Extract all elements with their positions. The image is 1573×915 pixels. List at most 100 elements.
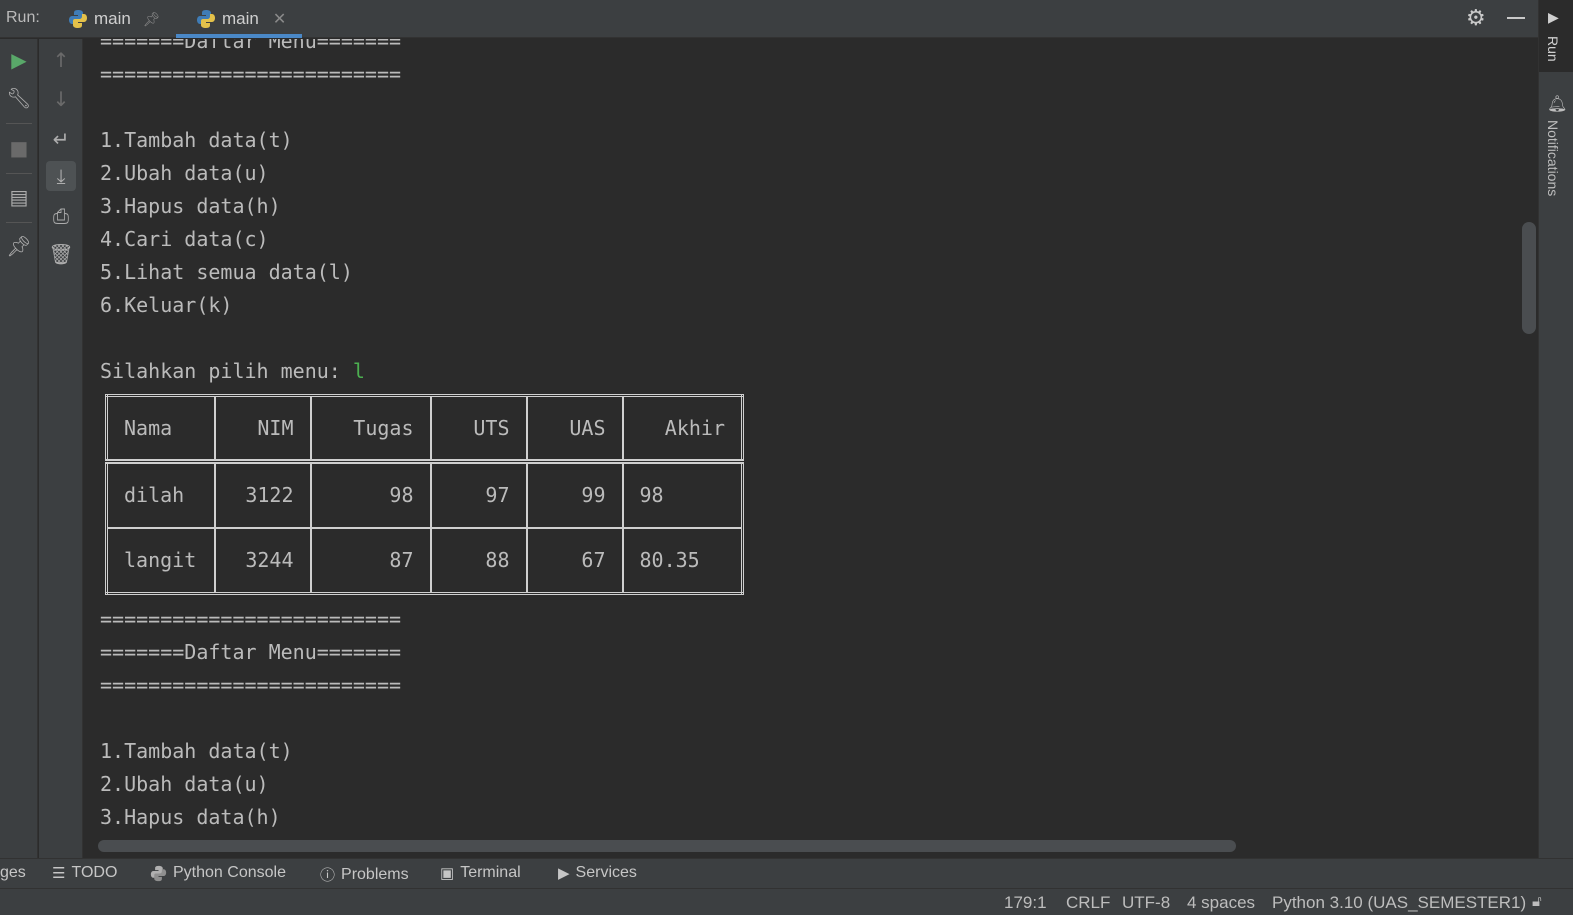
column-header: UTS <box>429 394 528 463</box>
arrow-up-icon[interactable]: ↑ <box>46 45 76 75</box>
console-line: 1.Tambah data(t) <box>100 128 293 152</box>
list-icon: ☰ <box>52 865 66 882</box>
console-prompt-line: Silahkan pilih menu: l <box>100 355 744 388</box>
console-output[interactable]: =======Daftar Menu======= ==============… <box>84 39 1538 858</box>
console-actions-toolbar: ↑ ↓ ↵ ⤓ ⎙ 🗑︎ <box>39 39 83 858</box>
table-cell: 3244 <box>213 526 312 595</box>
run-label: Run: <box>6 9 40 26</box>
column-header: Tugas <box>309 394 432 463</box>
run-tool-window-header: Run: main 📌︎ main ✕ ⚙ <box>0 0 1538 38</box>
table-cell: 80.35 <box>621 526 744 595</box>
python-icon <box>69 10 87 28</box>
table-row: dilah 3122 98 97 99 98 <box>105 460 744 529</box>
rerun-icon[interactable]: ▶ <box>4 45 34 75</box>
console-line: 2.Ubah data(u) <box>100 161 269 185</box>
console-line: ========================= <box>100 62 402 86</box>
play-icon: ▶ <box>1548 10 1559 26</box>
table-cell: 97 <box>429 460 528 529</box>
horizontal-scrollbar[interactable] <box>98 840 1236 852</box>
soft-wrap-icon[interactable]: ↵ <box>46 124 76 154</box>
trash-icon[interactable]: 🗑︎ <box>46 239 76 269</box>
tool-tab-todo[interactable]: ☰ TODO <box>52 864 117 882</box>
student-table: Nama NIM Tugas UTS UAS Akhir dilah 3122 … <box>105 394 744 595</box>
vertical-scrollbar[interactable] <box>1522 222 1536 334</box>
console-line: 4.Cari data(c) <box>100 227 269 251</box>
bell-icon[interactable]: 🔔︎ <box>1547 94 1567 113</box>
services-icon: ▶ <box>558 865 570 882</box>
python-interpreter[interactable]: Python 3.10 (UAS_SEMESTER1) <box>1272 893 1526 913</box>
table-cell: 98 <box>309 460 432 529</box>
cursor-position[interactable]: 179:1 <box>1004 893 1047 913</box>
table-cell: 99 <box>525 460 624 529</box>
python-icon <box>197 10 215 28</box>
table-cell: 67 <box>525 526 624 595</box>
tool-tab-label: Problems <box>341 865 409 883</box>
stop-icon[interactable]: ■ <box>4 133 34 163</box>
file-encoding[interactable]: UTF-8 <box>1122 893 1170 913</box>
table-cell: dilah <box>105 460 216 529</box>
tool-tab-label: ges <box>0 864 26 881</box>
console-line: ========================= <box>100 607 402 631</box>
console-line: 1.Tambah data(t) <box>100 739 293 763</box>
user-input: l <box>352 359 365 383</box>
table-row: langit 3244 87 88 67 80.35 <box>105 526 744 595</box>
console-line: =======Daftar Menu======= <box>100 640 402 664</box>
run-tab-main-active[interactable]: main ✕ <box>176 0 302 38</box>
run-tab-main-pinned[interactable]: main 📌︎ <box>68 0 161 38</box>
run-tool-label: Run <box>1545 36 1561 62</box>
console-line: 3.Hapus data(h) <box>100 805 281 829</box>
indent-setting[interactable]: 4 spaces <box>1187 893 1255 913</box>
bottom-tool-tabs: ges ☰ TODO Python Console ⓘ Problems ▣ T… <box>0 858 1573 888</box>
console-line: =======Daftar Menu======= <box>100 39 402 53</box>
run-actions-toolbar: ▶ 🔧︎ ■ ▤ 📌︎ <box>0 39 38 858</box>
tool-tab-problems[interactable]: ⓘ Problems <box>320 864 409 885</box>
minimize-icon[interactable] <box>1507 17 1525 19</box>
pin-tab-icon[interactable]: 📌︎ <box>4 231 34 261</box>
python-console-icon <box>150 865 167 881</box>
arrow-down-icon[interactable]: ↓ <box>46 84 76 114</box>
console-content: =======Daftar Menu======= ==============… <box>100 39 744 834</box>
scroll-to-end-icon[interactable]: ⤓ <box>46 161 76 191</box>
table-cell: 3122 <box>213 460 312 529</box>
tool-tab-python-console[interactable]: Python Console <box>150 864 286 882</box>
table-cell: 88 <box>429 526 528 595</box>
table-cell: langit <box>105 526 216 595</box>
tool-tab-label: Python Console <box>173 864 286 881</box>
console-line: 5.Lihat semua data(l) <box>100 260 353 284</box>
column-header: Akhir <box>621 394 744 463</box>
console-line: 6.Keluar(k) <box>100 293 233 317</box>
status-bar: 179:1 CRLF UTF-8 4 spaces Python 3.10 (U… <box>0 888 1573 915</box>
tool-tab-services[interactable]: ▶ Services <box>558 864 637 882</box>
line-separator[interactable]: CRLF <box>1066 893 1110 913</box>
tool-tab-label: Services <box>575 864 637 881</box>
layout-icon[interactable]: ▤ <box>4 182 34 212</box>
tab-label: main <box>222 9 259 28</box>
table-header-row: Nama NIM Tugas UTS UAS Akhir <box>105 394 744 463</box>
right-tool-strip: ▶ Run 🔔︎ Notifications <box>1538 0 1573 858</box>
tool-tab-label: TODO <box>71 864 118 881</box>
tab-label: main <box>94 9 131 28</box>
wrench-icon[interactable]: 🔧︎ <box>4 83 34 113</box>
console-line: ========================= <box>100 673 402 697</box>
terminal-icon: ▣ <box>440 865 455 882</box>
console-line: 3.Hapus data(h) <box>100 194 281 218</box>
prompt-text: Silahkan pilih menu: <box>100 359 353 383</box>
lock-icon[interactable]: 🔓︎ <box>1532 893 1542 910</box>
notifications-tool-label[interactable]: Notifications <box>1545 120 1561 196</box>
column-header: UAS <box>525 394 624 463</box>
tool-tab-terminal[interactable]: ▣ Terminal <box>440 864 521 882</box>
tool-tab-partial[interactable]: ges <box>0 864 26 882</box>
print-icon[interactable]: ⎙ <box>46 201 76 231</box>
pin-icon[interactable]: 📌︎ <box>143 11 161 28</box>
table-cell: 98 <box>621 460 744 529</box>
run-tool-button[interactable]: ▶ Run <box>1539 0 1573 72</box>
column-header: Nama <box>105 394 216 463</box>
tool-tab-label: Terminal <box>460 864 521 881</box>
table-cell: 87 <box>309 526 432 595</box>
close-icon[interactable]: ✕ <box>273 9 286 29</box>
gear-icon[interactable]: ⚙ <box>1466 6 1486 31</box>
column-header: NIM <box>213 394 312 463</box>
